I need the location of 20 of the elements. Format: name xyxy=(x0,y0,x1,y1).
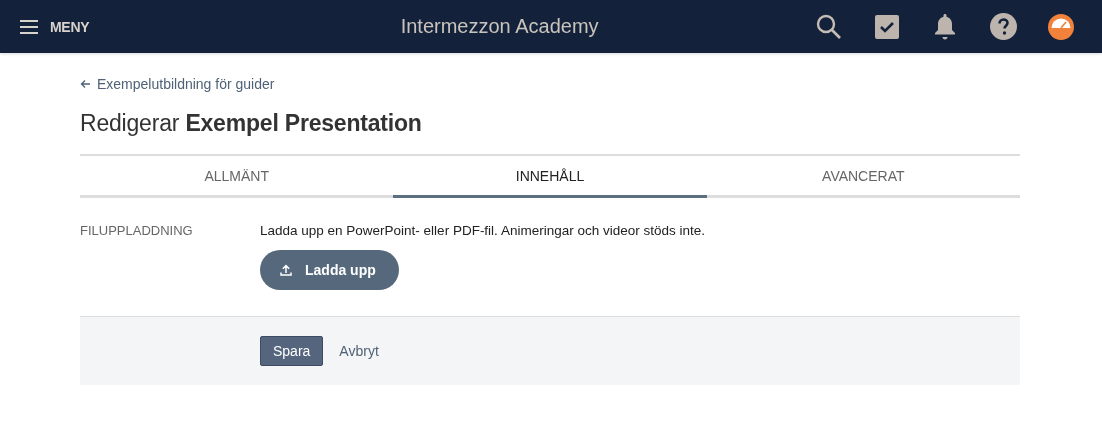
save-button[interactable]: Spara xyxy=(260,336,324,366)
help-icon xyxy=(989,13,1017,40)
back-arrow-icon xyxy=(80,79,91,89)
section-label: FILUPPLADDNING xyxy=(80,222,194,240)
tab[interactable]: INNEHÅLL xyxy=(393,156,707,198)
bell-icon xyxy=(934,13,956,40)
checkbox-icon xyxy=(875,14,899,39)
tab[interactable]: ALLMÄNT xyxy=(80,156,394,198)
gauge-icon xyxy=(1048,13,1074,40)
search-icon xyxy=(816,13,842,40)
cancel-link[interactable]: Avbryt xyxy=(339,343,379,359)
tab[interactable]: AVANCERAT xyxy=(706,156,1020,198)
menu-icon xyxy=(20,19,38,34)
upload-button[interactable]: Ladda upp xyxy=(260,250,399,290)
upload-icon xyxy=(280,264,292,276)
section-description: Ladda upp en PowerPoint- eller PDF-fil. Animeringar och videor stöds inte. xyxy=(260,223,705,238)
back-link[interactable]: Exempelutbildning för guider xyxy=(80,76,275,92)
app-title: Intermezzon Academy xyxy=(399,15,600,38)
menu-button[interactable]: MENY xyxy=(20,18,90,35)
page-title: Redigerar Exempel Presentation xyxy=(80,110,423,137)
